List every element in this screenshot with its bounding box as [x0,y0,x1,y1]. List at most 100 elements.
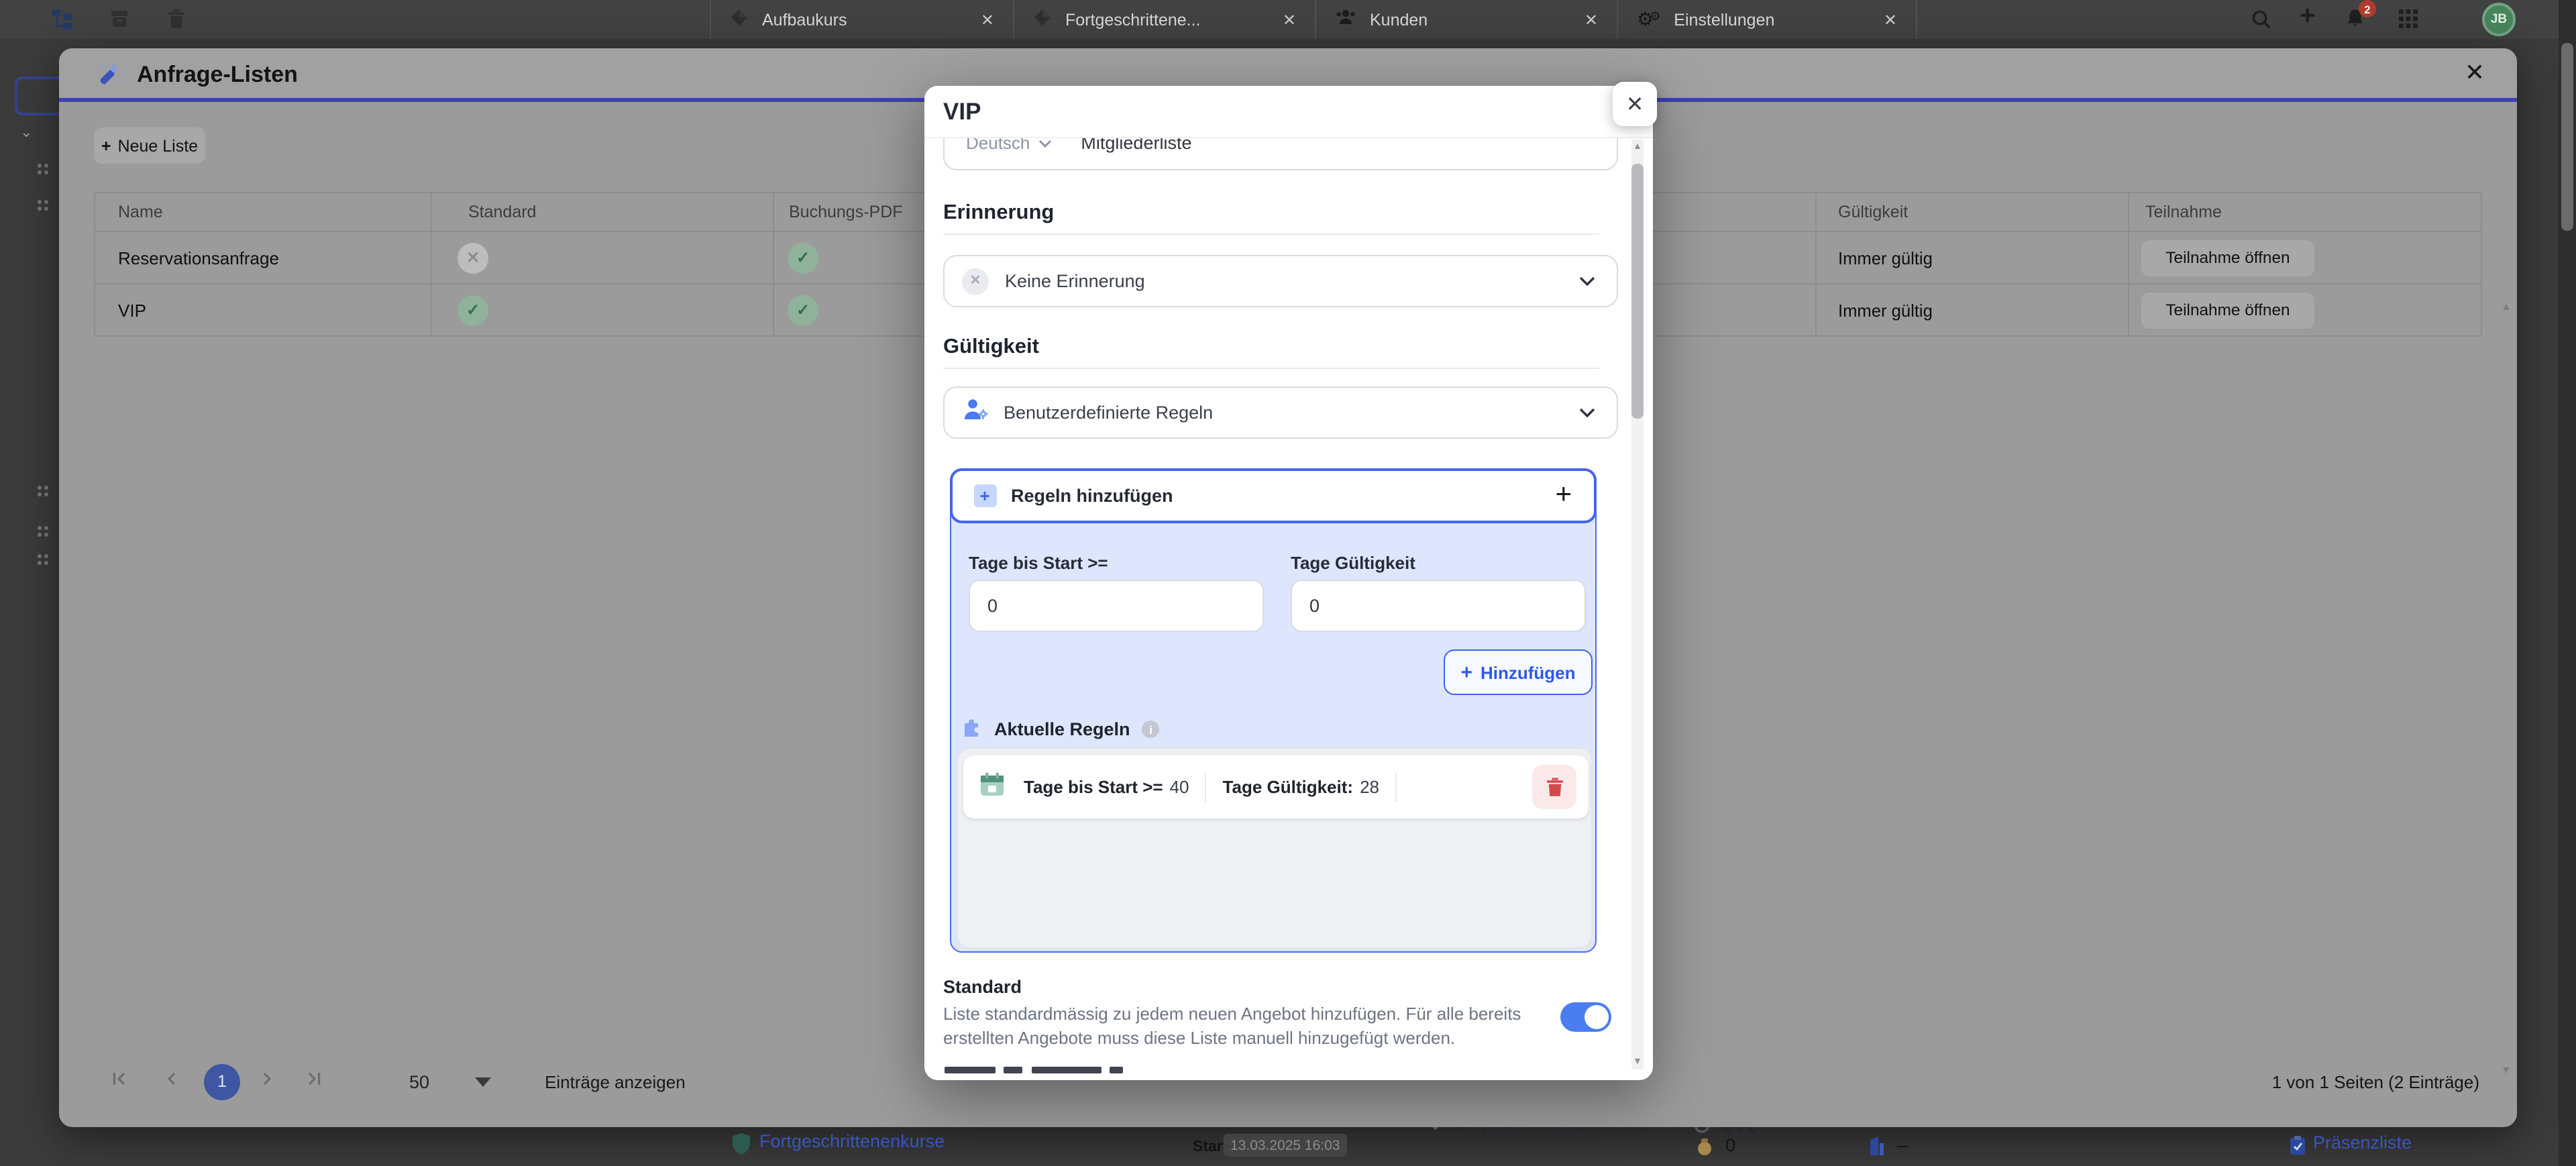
close-dialog-button[interactable]: ✕ [1613,82,1657,126]
puzzle-icon [962,715,983,743]
trash-icon [1545,777,1564,797]
add-rules-header[interactable]: + Regeln hinzufügen + [949,468,1596,523]
background-page-row: Fortgeschrittenenkurse ◆ ein paar Sekund… [0,1127,2576,1166]
vip-dialog: Deutsch Mitgliederliste VIP Erinnerung ✕… [924,86,1653,1080]
duration-icon: ◆ [1430,1127,1440,1132]
list-item-dots [38,200,42,204]
rule-valid-label: Tage Gültigkeit: [1223,777,1354,797]
sitemap-icon[interactable] [51,8,74,38]
list-item-dots [38,486,42,490]
clipboard-icon [2289,1135,2306,1162]
page-size-label: Einträge anzeigen [545,1071,686,1092]
list-item-dots [38,554,42,558]
current-page-button[interactable]: 1 [204,1063,240,1100]
first-page-icon[interactable] [110,1069,129,1094]
dialog-scrollbar-thumb[interactable] [1631,164,1644,419]
page-size-dropdown-icon[interactable] [475,1077,491,1086]
attendance-link[interactable]: Präsenzliste [2313,1132,2412,1153]
rule-valid-value: 28 [1360,777,1379,797]
apps-grid-icon[interactable] [2399,9,2418,35]
plus-icon: + [1460,661,1472,684]
column-header-validity[interactable]: Gültigkeit [1817,193,2129,231]
page-scrollbar[interactable] [2559,0,2576,1166]
close-tab-icon[interactable]: ✕ [1550,10,1598,29]
last-page-icon[interactable] [305,1069,323,1094]
rule-start-value: 40 [1170,777,1189,797]
page-scrollbar-thumb[interactable] [2561,43,2573,231]
add-icon[interactable]: + [2300,1,2315,32]
start-label: Start [1193,1139,1228,1155]
open-participation-button[interactable]: Teilnahme öffnen [2141,240,2314,276]
delete-rule-button[interactable] [1532,765,1576,809]
participation-cell: Teilnahme öffnen [2129,283,2481,335]
add-rule-label: Hinzufügen [1481,662,1576,682]
page-size-value[interactable]: 50 [409,1071,429,1092]
scroll-down-icon[interactable]: ▼ [1633,1057,1642,1067]
cross-icon: ✕ [458,242,488,273]
gem-icon [1033,8,1052,31]
open-participation-button[interactable]: Teilnahme öffnen [2141,292,2314,328]
reminder-select[interactable]: ✕ Keine Erinnerung [943,255,1618,307]
standard-toggle[interactable] [1560,1002,1611,1032]
close-tab-icon[interactable]: ✕ [1248,10,1296,29]
list-name-cell: VIP [95,283,432,335]
standard-cell: ✕ [432,231,774,283]
close-icon: ✕ [1626,91,1644,117]
close-tab-icon[interactable]: ✕ [1849,10,1897,29]
coin-icon [1696,1138,1713,1163]
tab-kunden[interactable]: Kunden ✕ [1315,0,1617,39]
new-list-button[interactable]: + Neue Liste [94,127,205,164]
close-modal-icon[interactable]: ✕ [2465,59,2485,87]
tab-einstellungen[interactable]: ⚙⚙ Einstellungen ✕ [1617,0,1917,39]
validity-select[interactable]: Benutzerdefinierte Regeln [943,386,1618,439]
days-until-start-input[interactable] [969,580,1264,632]
scroll-up-icon[interactable]: ▲ [1633,142,1642,152]
gem-icon [730,8,749,31]
check-icon: ✓ [788,295,818,325]
current-rules-row: Aktuelle Regeln i [962,715,1160,743]
notification-badge: 2 [2359,0,2376,17]
new-list-label: Neue Liste [118,136,199,155]
duration-text: ein paar Sekunden [1454,1127,1601,1136]
scroll-down-icon[interactable]: ▼ [2501,1064,2512,1076]
tab-aufbaukurs[interactable]: Aufbaukurs ✕ [710,0,1013,39]
search-icon[interactable] [2251,9,2271,36]
dialog-scrollbar[interactable]: ▲ ▼ [1631,140,1644,1069]
archive-icon[interactable] [109,8,130,36]
tab-fortgeschrittene[interactable]: Fortgeschrittene... ✕ [1013,0,1315,39]
next-page-icon[interactable] [262,1069,275,1094]
column-header-participation[interactable]: Teilnahme [2129,193,2481,231]
vip-dialog-body: Deutsch Mitgliederliste VIP Erinnerung ✕… [924,86,1653,1080]
expand-plus-icon[interactable]: + [1555,482,1572,509]
close-tab-icon[interactable]: ✕ [946,10,994,29]
dialog-title: VIP [943,98,981,126]
trash-icon-topbar[interactable] [166,8,186,36]
add-rule-button[interactable]: + Hinzufügen [1444,649,1593,695]
clipped-text-fragment [1004,1067,1022,1073]
reminder-heading: Erinnerung [943,201,1054,225]
validity-value: Benutzerdefinierte Regeln [1004,403,1213,423]
validity-cell: Immer gültig [1817,283,2129,335]
prev-page-icon[interactable] [164,1069,177,1094]
standard-cell: ✓ [432,283,774,335]
column-header-name[interactable]: Name [95,193,432,231]
tab-label: Aufbaukurs [762,10,847,29]
people-icon [1335,8,1356,31]
course-link[interactable]: Fortgeschrittenenkurse [759,1131,945,1151]
chevron-down-icon [1579,269,1595,293]
add-rules-label: Regeln hinzufügen [1011,485,1173,505]
rules-list: Tage bis Start >= 40 Tage Gültigkeit: 28 [957,747,1593,949]
start-date-chip: 13.03.2025 16:03 [1224,1134,1347,1157]
avatar[interactable]: JB [2482,3,2516,36]
column-header-standard[interactable]: Standard [432,193,774,231]
standard-description: Liste standardmässig zu jedem neuen Ange… [943,1002,1536,1051]
scroll-up-icon[interactable]: ▲ [2501,301,2512,313]
days-valid-input[interactable] [1291,580,1586,632]
list-item-dots [38,526,42,530]
chevron-down-icon [1579,401,1595,425]
app-viewport: Aufbaukurs ✕ Fortgeschrittene... ✕ Kunde… [0,0,2576,1166]
divider [943,233,1599,235]
info-icon[interactable]: i [1142,721,1160,738]
start-date-value: 13.03.2025 16:03 [1230,1137,1340,1153]
validity-heading: Gültigkeit [943,335,1039,360]
